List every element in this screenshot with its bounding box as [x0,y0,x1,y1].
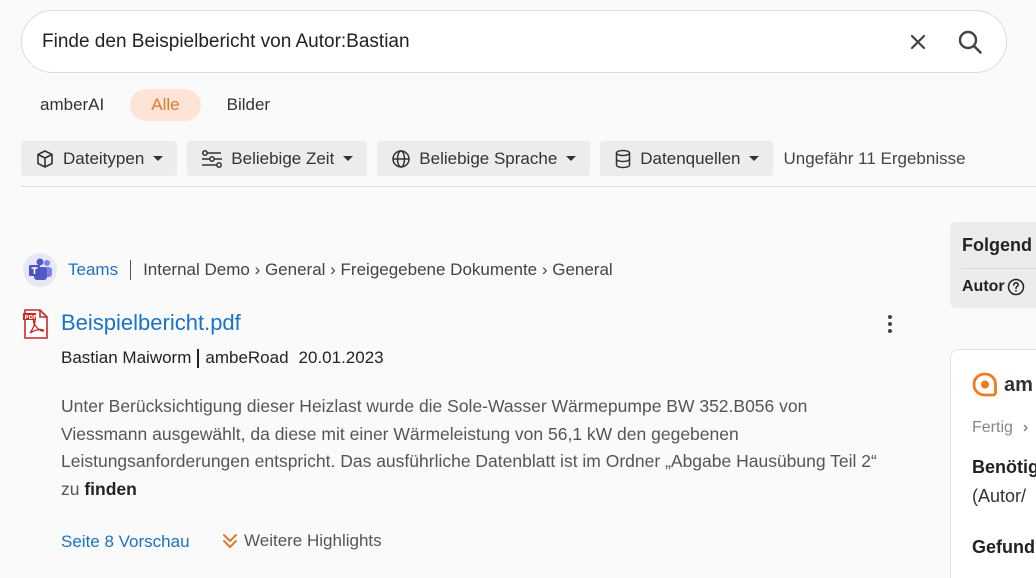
result-author: Bastian Maiworm [61,348,192,367]
clear-search-button[interactable] [906,30,930,54]
facet-divider [962,268,1036,269]
caret-down-icon [566,156,577,161]
breadcrumb: Internal Demo › General › Freigegebene D… [143,260,613,279]
source-link[interactable]: Teams [68,260,118,280]
meta-separator [197,348,200,368]
result-count: Ungefähr 11 Ergebnisse [783,148,966,168]
filter-divider [21,186,1036,187]
filter-dateitypen[interactable]: Dateitypen [21,141,178,176]
result-meta: Bastian Maiworm ambeRoad 20.01.2023 [61,348,384,368]
filter-sprache[interactable]: Beliebige Sprache [377,141,591,176]
cube-icon [35,149,55,169]
ai-status[interactable]: Fertig › [972,419,1028,437]
timeline-icon [201,149,223,169]
tab-bilder[interactable]: Bilder [211,89,286,121]
page-preview-link[interactable]: Seite 8 Vorschau [61,532,190,552]
source-separator [130,260,132,280]
filter-label: Datenquellen [640,148,741,168]
filter-label: Beliebige Sprache [419,148,558,168]
ai-answer-panel: am Fertig › Benötig (Autor/ Gefund [950,349,1036,578]
filter-datenquellen[interactable]: Datenquellen [600,141,774,176]
caret-down-icon [343,156,354,161]
more-highlights-button[interactable]: Weitere Highlights [222,531,382,551]
double-chevron-down-icon [222,533,238,549]
filter-label: Dateitypen [63,148,145,168]
facet-header: Folgend [962,235,1032,255]
database-icon [614,149,632,169]
caret-down-icon [749,156,760,161]
facet-author: Autor [962,278,1025,296]
search-input[interactable] [42,30,906,53]
close-icon [910,34,926,49]
help-circle-icon[interactable] [1007,278,1025,296]
result-title-link[interactable]: Beispielbericht.pdf [61,310,241,336]
ai-logo: am [972,372,1033,398]
ai-answer-line-2: (Autor/ [972,486,1027,506]
filter-zeit[interactable]: Beliebige Zeit [187,141,368,176]
result-source: Teams Internal Demo › General › Freigege… [22,253,613,287]
teams-icon [23,253,57,287]
ai-logo-text: am [1004,373,1033,396]
result-snippet: Unter Berücksichtigung dieser Heizlast w… [61,396,877,499]
search-tabs: amberAI Alle Bilder [24,88,296,121]
result-date: 20.01.2023 [298,348,384,367]
ai-answer-line-3: Gefund [972,537,1035,557]
search-bar [21,10,1007,73]
more-vertical-icon [888,315,892,319]
highlights-label: Weitere Highlights [244,531,382,550]
search-button[interactable] [956,28,984,56]
pdf-file-icon: PDF [23,309,48,339]
ai-answer-line-1: Benötig [972,457,1036,477]
result-location: ambeRoad [205,348,289,367]
filter-bar: Dateitypen Beliebige Zeit Beliebige Spra… [21,141,966,176]
more-options-button[interactable] [880,313,900,335]
amber-logo-icon [972,372,997,397]
facet-panel: Folgend Autor [950,222,1036,308]
globe-icon [391,149,411,169]
caret-down-icon [153,156,164,161]
tab-amberai[interactable]: amberAI [24,89,120,121]
chevron-right-icon: › [1022,419,1029,436]
tab-alle[interactable]: Alle [130,88,201,121]
filter-label: Beliebige Zeit [231,148,335,168]
search-icon [958,30,982,54]
